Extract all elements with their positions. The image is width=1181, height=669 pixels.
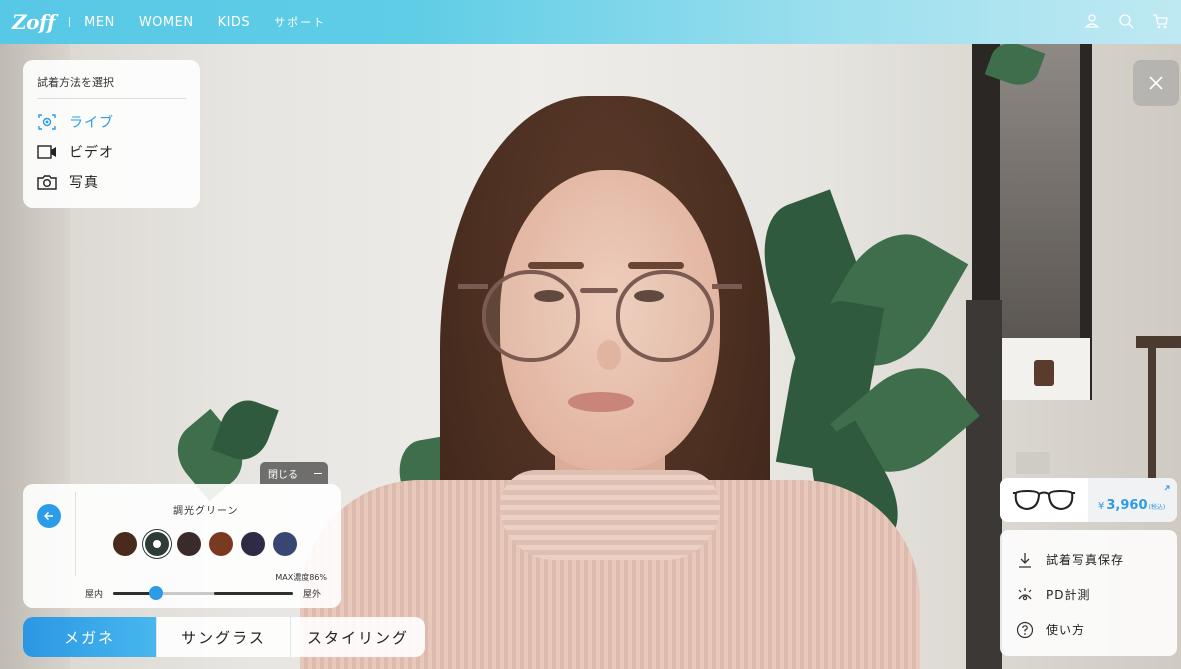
tab-sunglasses[interactable]: サングラス xyxy=(157,617,291,657)
color-swatch[interactable] xyxy=(113,532,137,556)
person-nose xyxy=(597,340,621,370)
window-pane xyxy=(1000,40,1080,340)
save-photo-label: 試着写真保存 xyxy=(1046,553,1125,567)
category-tabs: メガネ サングラス スタイリング xyxy=(23,617,425,657)
product-thumbnail xyxy=(1000,478,1088,522)
slider-fill-right xyxy=(213,591,294,595)
how-to-button[interactable]: 使い方 xyxy=(1016,612,1161,647)
pd-measure-label: PD計測 xyxy=(1046,588,1091,602)
light-slider-row: 屋内 屋外 xyxy=(85,585,341,601)
pd-measure-button[interactable]: PD計測 xyxy=(1016,577,1161,612)
help-icon xyxy=(1016,621,1034,638)
save-photo-button[interactable]: 試着写真保存 xyxy=(1016,542,1161,577)
mode-video[interactable]: ビデオ xyxy=(37,137,186,167)
zoff-logo[interactable]: Zoff xyxy=(12,10,56,34)
color-swatch[interactable] xyxy=(177,532,201,556)
color-swatch[interactable] xyxy=(241,532,265,556)
color-swatch[interactable] xyxy=(273,532,297,556)
collapse-panel-tab[interactable]: 閉じる xyxy=(260,462,328,484)
minus-icon xyxy=(314,472,322,474)
live-camera-icon xyxy=(38,114,56,130)
color-name: 調光グリーン xyxy=(173,506,239,517)
person-lips xyxy=(568,392,634,412)
back-button[interactable] xyxy=(37,504,61,528)
slider-indoor-label: 屋内 xyxy=(85,589,104,600)
arrow-left-icon xyxy=(43,511,53,521)
top-icons xyxy=(1083,12,1169,30)
mode-photo-label: 写真 xyxy=(69,175,99,191)
mode-video-label: ビデオ xyxy=(69,145,114,161)
max-density-label: MAX濃度86% xyxy=(275,573,327,582)
slider-thumb[interactable] xyxy=(149,585,164,600)
left-eyebrow xyxy=(528,262,584,269)
color-panel: 調光グリーン MAX濃度86% 屋内 屋外 xyxy=(23,484,341,608)
tax-label: (税込) xyxy=(1148,504,1166,511)
collapse-panel-label: 閉じる xyxy=(268,469,298,481)
sweater-collar xyxy=(500,470,720,560)
panel-divider xyxy=(75,492,76,576)
tryon-mode-title: 試着方法を選択 xyxy=(37,74,186,99)
color-swatches xyxy=(113,532,297,556)
external-link-icon xyxy=(1164,485,1170,491)
light-slider[interactable] xyxy=(113,585,294,600)
top-nav: Zoff MEN WOMEN KIDS サポート xyxy=(0,0,1181,44)
nav-separator xyxy=(69,17,71,27)
product-info: ¥3,960(税込) xyxy=(1088,478,1177,522)
small-plant-pot xyxy=(1034,360,1054,386)
glasses-left-temple xyxy=(458,284,488,289)
nav-link-kids[interactable]: KIDS xyxy=(218,15,251,30)
tab-styling[interactable]: スタイリング xyxy=(291,617,425,657)
actions-panel: 試着写真保存 PD計測 使い方 xyxy=(1000,530,1177,656)
user-icon[interactable] xyxy=(1083,12,1101,30)
mode-photo[interactable]: 写真 xyxy=(37,167,186,197)
mode-live[interactable]: ライブ xyxy=(37,107,186,137)
books xyxy=(1016,452,1050,474)
color-swatch[interactable] xyxy=(209,532,233,556)
glasses-bridge xyxy=(580,288,618,293)
pd-measure-icon xyxy=(1018,587,1032,600)
product-card[interactable]: ¥3,960(税込) xyxy=(1000,478,1177,522)
glasses-left-lens xyxy=(482,270,580,362)
video-icon xyxy=(37,145,56,159)
how-to-label: 使い方 xyxy=(1046,623,1086,637)
glasses-right-temple xyxy=(712,284,742,289)
mode-live-label: ライブ xyxy=(69,115,114,131)
close-icon xyxy=(1149,76,1163,90)
slider-outdoor-label: 屋外 xyxy=(303,589,322,600)
photo-camera-icon xyxy=(37,175,57,190)
color-swatch[interactable] xyxy=(145,532,169,556)
glasses-right-lens xyxy=(616,270,714,362)
close-button[interactable] xyxy=(1133,60,1179,106)
curtain xyxy=(966,300,1002,669)
glasses-icon xyxy=(1013,489,1075,511)
nav-link-men[interactable]: MEN xyxy=(84,15,115,30)
cart-icon[interactable] xyxy=(1151,12,1169,30)
product-price: ¥3,960(税込) xyxy=(1098,498,1165,513)
right-eyebrow xyxy=(628,262,684,269)
side-table-leg xyxy=(1148,348,1156,498)
price-value: 3,960 xyxy=(1106,498,1148,513)
download-icon xyxy=(1019,552,1031,568)
side-table xyxy=(1136,336,1181,348)
tab-glasses[interactable]: メガネ xyxy=(23,617,157,657)
tryon-mode-panel: 試着方法を選択 ライブ ビデオ 写真 xyxy=(23,60,200,208)
nav-link-women[interactable]: WOMEN xyxy=(139,15,194,30)
nav-link-support[interactable]: サポート xyxy=(274,14,326,30)
yen-symbol: ¥ xyxy=(1098,501,1105,512)
search-icon[interactable] xyxy=(1117,12,1135,30)
